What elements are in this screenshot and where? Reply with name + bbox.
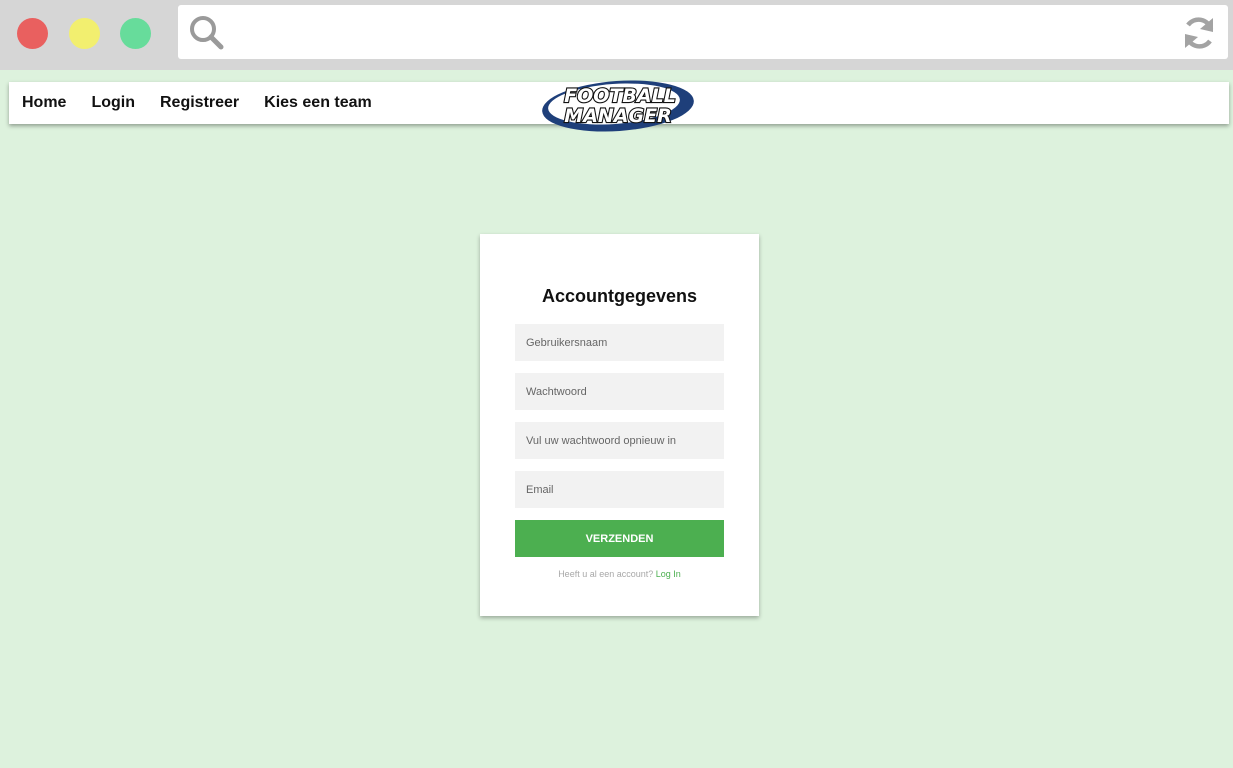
- username-input[interactable]: [515, 324, 724, 361]
- nav-login-link[interactable]: Login: [91, 94, 135, 112]
- refresh-icon[interactable]: [1180, 14, 1218, 52]
- password-input[interactable]: [515, 373, 724, 410]
- logo-text-football: FOOTBALL: [564, 85, 676, 107]
- submit-button[interactable]: VERZENDEN: [515, 520, 724, 557]
- password-repeat-input[interactable]: [515, 422, 724, 459]
- site-navbar: Home Login Registreer Kies een team FOOT…: [9, 80, 1229, 132]
- football-manager-logo[interactable]: FOOTBALL MANAGER: [542, 77, 698, 135]
- close-window-button[interactable]: [17, 18, 48, 49]
- maximize-window-button[interactable]: [120, 18, 151, 49]
- login-link[interactable]: Log In: [656, 569, 681, 579]
- logo-text-manager: MANAGER: [564, 105, 671, 127]
- email-input[interactable]: [515, 471, 724, 508]
- browser-chrome: [0, 0, 1233, 70]
- account-form-card: Accountgegevens VERZENDEN Heeft u al een…: [480, 234, 759, 616]
- address-bar[interactable]: [178, 5, 1228, 59]
- form-title: Accountgegevens: [541, 286, 698, 306]
- login-prompt: Heeft u al een account? Log In: [480, 569, 759, 579]
- nav-links: Home Login Registreer Kies een team: [22, 82, 397, 124]
- nav-register-link[interactable]: Registreer: [160, 94, 239, 112]
- login-prompt-text: Heeft u al een account?: [558, 569, 654, 579]
- nav-home-link[interactable]: Home: [22, 94, 66, 112]
- url-input[interactable]: [236, 15, 1156, 49]
- search-icon[interactable]: [188, 14, 226, 52]
- nav-choose-team-link[interactable]: Kies een team: [264, 94, 372, 112]
- minimize-window-button[interactable]: [69, 18, 100, 49]
